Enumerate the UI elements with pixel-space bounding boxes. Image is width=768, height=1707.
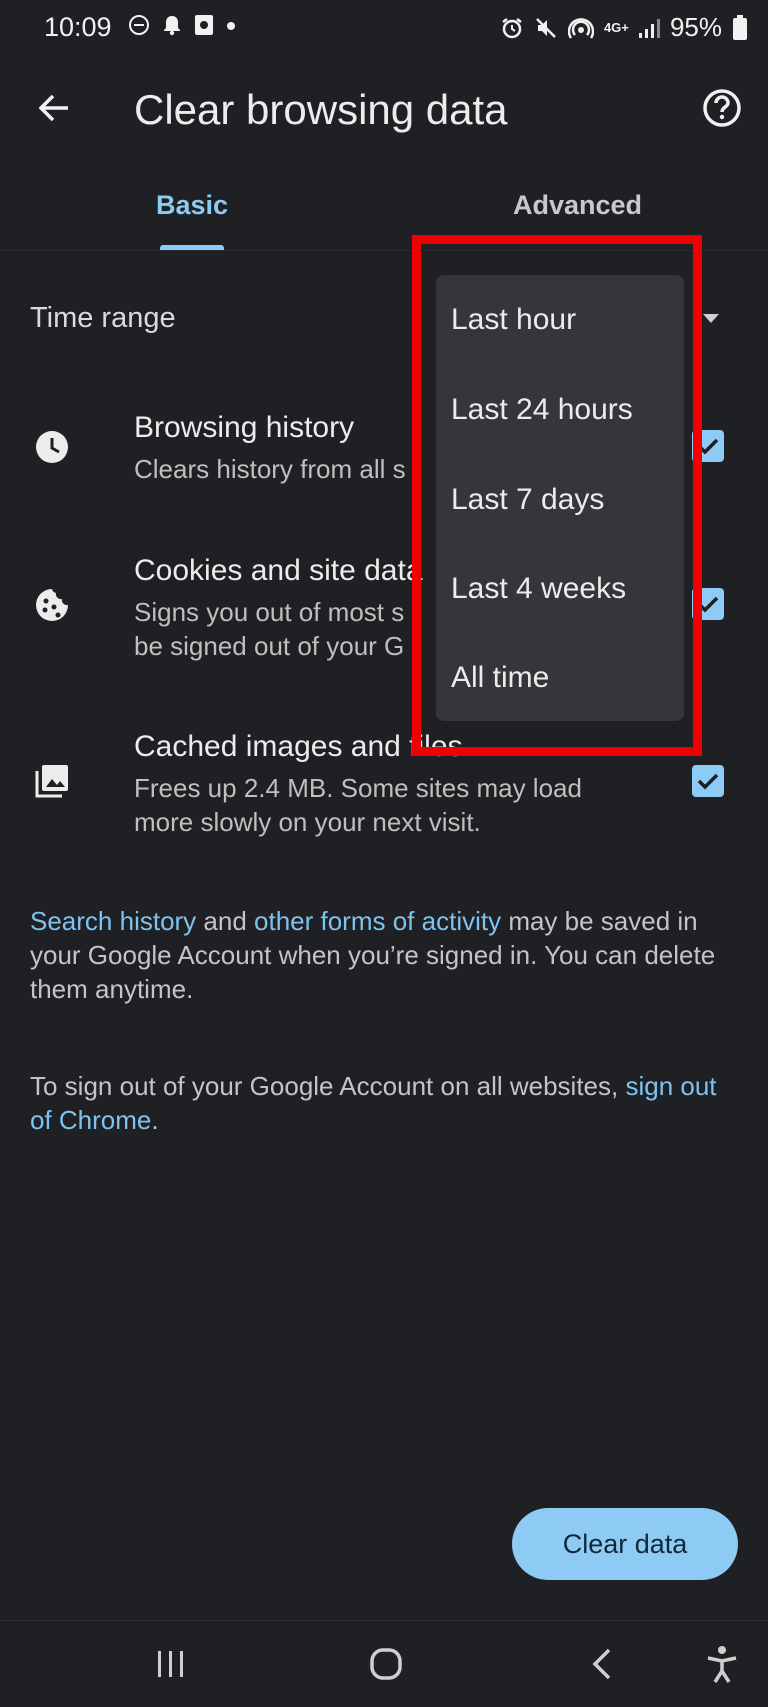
accessibility-button[interactable]	[703, 1644, 741, 1684]
alarm-icon	[500, 16, 524, 40]
recent-apps-icon	[158, 1651, 183, 1677]
image-icon	[33, 762, 71, 800]
app-notification-icon	[194, 14, 214, 36]
help-icon	[703, 89, 741, 127]
do-not-disturb-icon	[128, 14, 150, 36]
search-history-link[interactable]: Search history	[30, 906, 196, 936]
back-button[interactable]	[34, 88, 74, 128]
page-title: Clear browsing data	[134, 86, 508, 133]
status-left-icons	[128, 14, 236, 36]
hotspot-icon	[567, 16, 594, 40]
cached-images-subtitle-line2: more slowly on your next visit.	[134, 807, 481, 837]
clear-data-button[interactable]: Clear data	[512, 1508, 738, 1580]
nav-divider	[0, 1620, 768, 1621]
recent-apps-button[interactable]	[155, 1648, 187, 1680]
dot-icon	[226, 14, 236, 36]
home-button[interactable]	[368, 1646, 404, 1682]
other-activity-link[interactable]: other forms of activity	[254, 906, 501, 936]
browsing-history-title: Browsing history	[134, 411, 355, 444]
activity-info-text: Search history and other forms of activi…	[30, 906, 716, 1004]
dropdown-arrow-icon[interactable]	[703, 314, 719, 323]
cookies-title: Cookies and site data	[134, 554, 423, 587]
time-range-label: Time range	[30, 302, 176, 334]
network-type: 4G+	[603, 20, 629, 35]
notification-bell-icon	[162, 14, 182, 36]
status-right: 4G+ 95%	[500, 12, 748, 43]
mute-icon	[534, 16, 558, 40]
highlight-box	[412, 235, 702, 756]
sign-out-info-text: To sign out of your Google Account on al…	[30, 1071, 717, 1135]
signal-icon	[638, 17, 660, 39]
home-icon	[370, 1648, 402, 1680]
cached-images-checkbox[interactable]	[692, 765, 724, 797]
help-button[interactable]	[700, 86, 744, 130]
cached-images-subtitle-line1: Frees up 2.4 MB. Some sites may load	[134, 773, 582, 803]
battery-percent: 95%	[669, 12, 722, 42]
tab-advanced[interactable]: Advanced	[513, 190, 642, 221]
chevron-left-icon	[592, 1648, 611, 1680]
check-icon	[697, 773, 719, 790]
cookie-icon	[33, 586, 71, 624]
battery-icon	[732, 14, 748, 41]
clock-icon	[33, 428, 71, 466]
accessibility-icon	[707, 1646, 737, 1683]
nav-back-button[interactable]	[587, 1646, 617, 1682]
tab-basic[interactable]: Basic	[156, 190, 228, 221]
status-time: 10:09	[44, 12, 112, 42]
arrow-left-icon	[38, 94, 68, 122]
